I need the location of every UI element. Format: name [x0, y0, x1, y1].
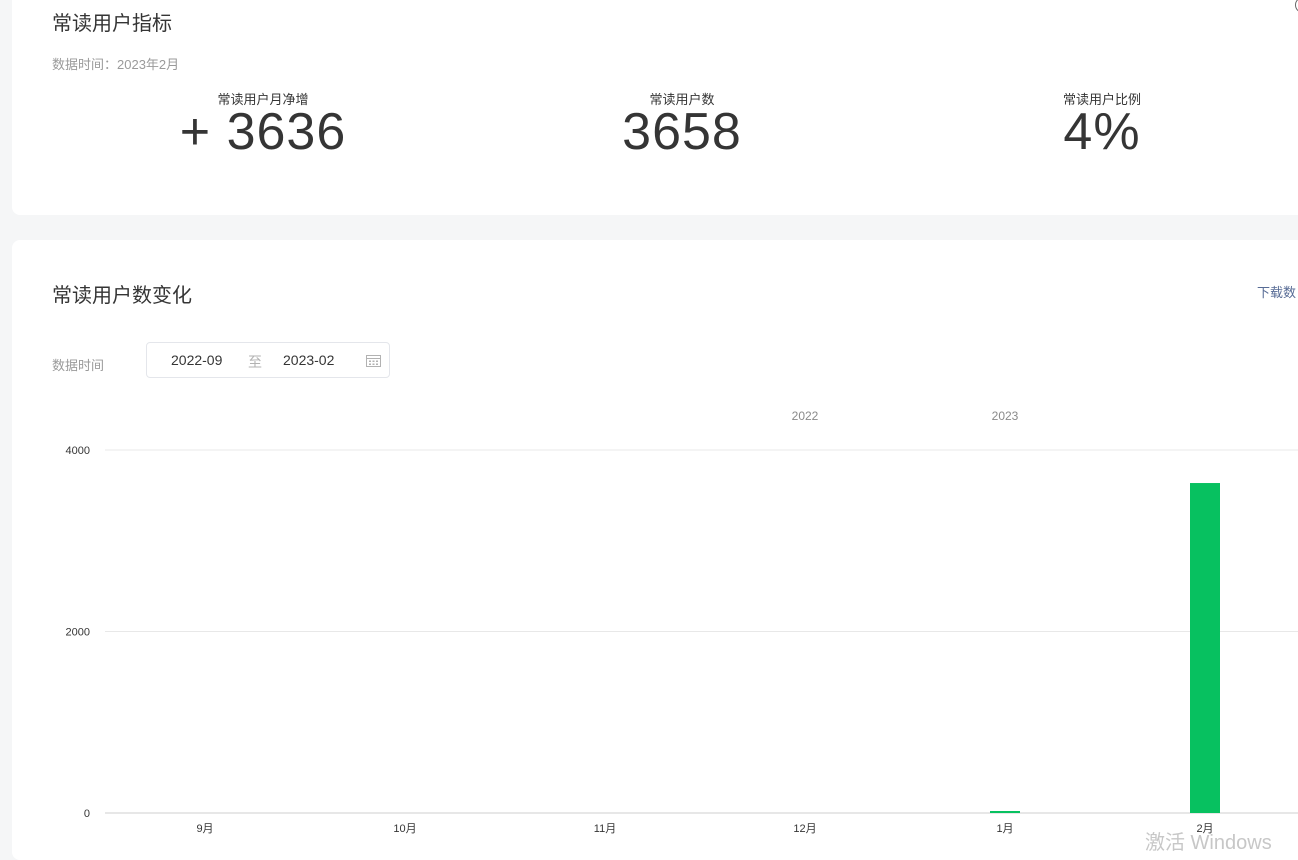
x-tick-label: 9月 — [196, 823, 213, 835]
bar-chart: 0200040009月 10月 11月 12月 1月 2月2022 2023 — [66, 409, 1298, 835]
y-tick-label: 0 — [84, 808, 90, 820]
windows-watermark: 激活 Windows — [1145, 832, 1272, 854]
x-tick-label: 11月 — [594, 823, 616, 835]
y-tick-label: 2000 — [66, 627, 90, 639]
x-tick-label: 1月 — [996, 823, 1013, 835]
year-label: 2023 — [992, 409, 1019, 423]
x-tick-label: 10月 — [393, 823, 416, 835]
year-label: 2022 — [792, 409, 819, 423]
bar — [1190, 483, 1220, 813]
y-tick-label: 4000 — [66, 445, 90, 457]
bar — [990, 811, 1020, 813]
x-tick-label: 12月 — [793, 823, 816, 835]
